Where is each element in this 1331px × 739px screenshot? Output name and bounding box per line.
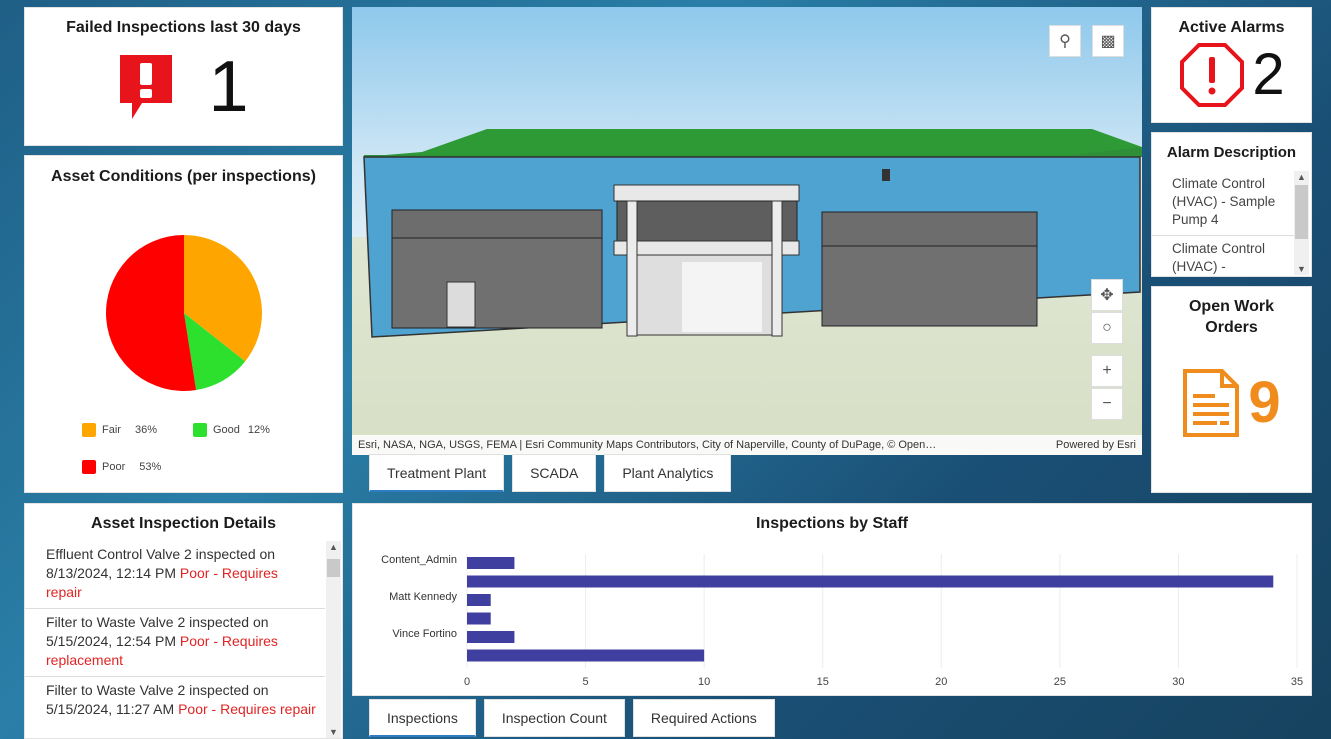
asset-conditions-title: Asset Conditions (per inspections)	[51, 168, 316, 185]
x-tick-label: 0	[464, 676, 470, 688]
failed-inspections-panel: Failed Inspections last 30 days 1	[24, 7, 343, 146]
pie-slice-poor[interactable]	[105, 235, 197, 391]
bar[interactable]	[467, 612, 491, 625]
tab-required-actions[interactable]: Required Actions	[632, 699, 775, 737]
detail-status: Poor - Requires repair	[178, 701, 316, 717]
x-tick-label: 5	[583, 676, 589, 688]
legend-poor-label: Poor	[102, 461, 126, 473]
open-work-orders-value: 9	[1248, 370, 1281, 435]
powered-by-esri[interactable]: Powered by Esri	[1056, 439, 1136, 451]
inspections-by-staff-chart[interactable]: 0 5 10 15 20 25 30 35 Content_Admin Matt Kennedy V…	[353, 537, 1313, 697]
chevron-down-icon[interactable]: ▼	[1294, 263, 1309, 275]
list-item[interactable]: Filter to Waste Valve 2 inspected on 5/1…	[25, 677, 325, 738]
legend-good-swatch	[193, 423, 207, 437]
map-attribution: Esri, NASA, NGA, USGS, FEMA | Esri Commu…	[352, 435, 1142, 455]
legend-fair[interactable]: Fair 36%	[82, 423, 157, 437]
failed-inspections-value: 1	[208, 47, 249, 127]
tab-inspection-count[interactable]: Inspection Count	[483, 699, 625, 737]
zoom-in-button[interactable]: +	[1091, 355, 1123, 387]
legend-fair-label: Fair	[102, 424, 121, 436]
list-item[interactable]: Climate Control (HVAC) - Sample Pump 4	[1152, 171, 1294, 236]
chevron-up-icon[interactable]: ▲	[326, 541, 341, 553]
bar[interactable]	[467, 594, 491, 606]
presentation-icon[interactable]: ▩	[1092, 25, 1124, 57]
x-tick-label: 20	[935, 676, 947, 688]
bar[interactable]	[467, 575, 1274, 588]
treatment-plant-building[interactable]	[352, 7, 1142, 455]
chevron-down-icon[interactable]: ▼	[326, 726, 341, 738]
list-item[interactable]: Climate Control (HVAC) -	[1152, 236, 1294, 275]
active-alarms-value: 2	[1252, 42, 1285, 107]
scene-tabs: Treatment Plant SCADA Plant Analytics	[369, 454, 739, 492]
legend-poor-swatch	[82, 460, 96, 474]
scene-view[interactable]: ⚲ ▩ ✥ ○ + − Esri, NASA, NGA, USGS, FEMA …	[352, 7, 1142, 455]
active-alarms-panel: Active Alarms 2	[1151, 7, 1312, 123]
asset-inspection-details-panel: Asset Inspection Details Effluent Contro…	[24, 503, 343, 739]
legend-poor[interactable]: Poor 53%	[82, 460, 161, 474]
search-icon[interactable]: ⚲	[1049, 25, 1081, 57]
alarm-scrollbar[interactable]: ▲ ▼	[1294, 171, 1309, 275]
octagon-alert-icon	[1180, 43, 1245, 107]
tab-treatment-plant[interactable]: Treatment Plant	[369, 454, 505, 492]
inspections-by-staff-panel: Inspections by Staff 0 5 10 15 20 25 30 35 Conte…	[352, 503, 1312, 696]
asset-inspection-details-title: Asset Inspection Details	[91, 515, 276, 532]
legend-good[interactable]: Good 12%	[193, 423, 270, 437]
asset-conditions-pie	[105, 235, 262, 391]
alert-comment-icon	[120, 55, 173, 119]
attribution-text[interactable]: Esri, NASA, NGA, USGS, FEMA | Esri Commu…	[358, 439, 936, 451]
scroll-thumb[interactable]	[327, 559, 340, 577]
open-work-orders-panel: Open Work Orders 9	[1151, 286, 1312, 493]
scroll-thumb[interactable]	[1295, 185, 1308, 239]
bar[interactable]	[467, 631, 515, 643]
x-tick-label: 15	[817, 676, 829, 688]
x-tick-label: 25	[1054, 676, 1066, 688]
open-work-orders-title: Open Work Orders	[1188, 298, 1275, 336]
list-item[interactable]: Effluent Control Valve 2 inspected on 8/…	[25, 541, 325, 609]
legend-good-label: Good	[213, 424, 240, 436]
zoom-out-button[interactable]: −	[1091, 388, 1123, 420]
alarm-list[interactable]: Climate Control (HVAC) - Sample Pump 4 C…	[1152, 171, 1294, 275]
legend-good-pct: 12%	[247, 424, 270, 436]
legend-fair-swatch	[82, 423, 96, 437]
alarm-description-panel: Alarm Description Climate Control (HVAC)…	[1151, 132, 1312, 277]
compass-icon[interactable]: ○	[1091, 312, 1123, 344]
chevron-up-icon[interactable]: ▲	[1294, 171, 1309, 183]
chart-title: Inspections by Staff	[755, 515, 909, 532]
bar[interactable]	[467, 557, 515, 569]
category-label: Matt Kennedy	[389, 591, 457, 603]
category-label: Vince Fortino	[392, 628, 457, 640]
x-tick-label: 30	[1172, 676, 1184, 688]
staff-tabs: Inspections Inspection Count Required Ac…	[369, 699, 783, 737]
active-alarms-title: Active Alarms	[1178, 19, 1285, 36]
legend-poor-pct: 53%	[139, 461, 162, 473]
x-tick-label: 10	[698, 676, 710, 688]
list-item[interactable]: Filter to Waste Valve 2 inspected on 5/1…	[25, 609, 325, 677]
pan-icon[interactable]: ✥	[1091, 279, 1123, 311]
x-tick-label: 35	[1291, 676, 1303, 688]
legend-fair-pct: 36%	[134, 424, 157, 436]
category-label: Content_Admin	[381, 554, 457, 566]
tab-inspections[interactable]: Inspections	[369, 699, 476, 737]
asset-conditions-panel: Asset Conditions (per inspections) Fair …	[24, 155, 343, 493]
tab-scada[interactable]: SCADA	[512, 454, 597, 492]
tab-plant-analytics[interactable]: Plant Analytics	[604, 454, 732, 492]
details-scrollbar[interactable]: ▲ ▼	[326, 541, 341, 738]
document-icon	[1183, 369, 1240, 437]
failed-inspections-title: Failed Inspections last 30 days	[66, 19, 301, 36]
alarm-description-title: Alarm Description	[1166, 144, 1297, 161]
details-list[interactable]: Effluent Control Valve 2 inspected on 8/…	[25, 541, 325, 738]
bar[interactable]	[467, 649, 705, 662]
